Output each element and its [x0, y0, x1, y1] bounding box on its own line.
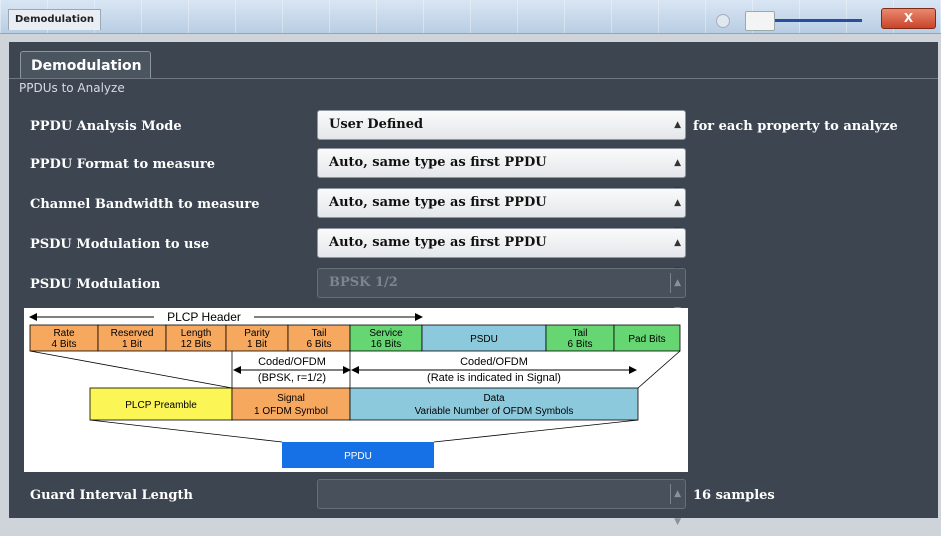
ppdu-analysis-mode-label: PPDU Analysis Mode [30, 119, 182, 134]
channel-bandwidth-value: Auto, same type as first PPDU [329, 195, 547, 210]
connector-line [637, 350, 681, 389]
plcp-preamble-label: PLCP Preamble [125, 400, 197, 411]
coded-right-line2: (Rate is indicated in Signal) [427, 372, 561, 384]
updown-arrow-icon: ▲▼ [674, 489, 681, 527]
tail2-bits: 6 Bits [567, 339, 592, 350]
service-label: Service [369, 328, 403, 339]
signal-symbols: 1 OFDM Symbol [254, 406, 328, 417]
psdu-modulation-value: BPSK 1/2 [329, 275, 398, 290]
rate-label: Rate [53, 328, 75, 339]
ppdu-diagram-svg: PLCP Header Rate 4 Bits Reserved 1 Bit L… [29, 310, 681, 468]
select-separator [670, 273, 671, 293]
tail2-label: Tail [572, 328, 587, 339]
length-label: Length [181, 328, 212, 339]
select-separator [670, 484, 671, 504]
window-title: Demodulation [8, 9, 102, 30]
service-bits: 16 Bits [371, 339, 402, 350]
data-label: Data [483, 393, 505, 404]
coded-right-line1: Coded/OFDM [460, 356, 528, 368]
length-bits: 12 Bits [181, 339, 212, 350]
parity-label: Parity [244, 328, 270, 339]
close-button[interactable]: X [881, 8, 936, 29]
tail-bits: 6 Bits [306, 339, 331, 350]
reserved-bits: 1 Bit [122, 339, 142, 350]
coded-left-line1: Coded/OFDM [258, 356, 326, 368]
guard-interval-suffix: 16 samples [693, 488, 775, 503]
psdu-label: PSDU [470, 334, 498, 345]
section-title: PPDUs to Analyze [19, 81, 125, 95]
ppdu-label: PPDU [344, 451, 372, 462]
psdu-modulation-label: PSDU Modulation [30, 277, 161, 292]
window-titlebar: Demodulation X [0, 0, 941, 34]
tab-demodulation[interactable]: Demodulation [20, 51, 151, 79]
pad-label: Pad Bits [628, 334, 665, 345]
transparency-icon[interactable] [716, 14, 730, 28]
reserved-label: Reserved [111, 328, 154, 339]
parity-bits: 1 Bit [247, 339, 267, 350]
ppdu-structure-diagram: PLCP Header Rate 4 Bits Reserved 1 Bit L… [24, 308, 688, 472]
tab-divider [9, 78, 938, 79]
channel-bandwidth-select[interactable]: Auto, same type as first PPDU ▲▼ [317, 188, 686, 236]
connector-line [433, 419, 639, 443]
guard-interval-label: Guard Interval Length [30, 488, 193, 503]
psdu-modulation-use-select[interactable]: Auto, same type as first PPDU ▲▼ [317, 228, 686, 276]
connector-line [29, 350, 233, 389]
psdu-modulation-use-value: Auto, same type as first PPDU [329, 235, 547, 250]
psdu-modulation-select[interactable]: BPSK 1/2 ▲▼ [317, 268, 686, 316]
channel-bandwidth-label: Channel Bandwidth to measure [30, 197, 260, 212]
signal-label: Signal [277, 393, 305, 404]
ppdu-format-label: PPDU Format to measure [30, 157, 215, 172]
plcp-header-label: PLCP Header [167, 310, 241, 324]
connector-line [89, 419, 283, 443]
rate-bits: 4 Bits [51, 339, 76, 350]
ppdu-analysis-mode-value: User Defined [329, 117, 424, 132]
psdu-modulation-use-label: PSDU Modulation to use [30, 237, 210, 252]
dialog-panel: Demodulation PPDUs to Analyze PPDU Analy… [9, 42, 938, 527]
ppdu-format-value: Auto, same type as first PPDU [329, 155, 547, 170]
ppdu-format-select[interactable]: Auto, same type as first PPDU ▲▼ [317, 148, 686, 196]
transparency-slider-handle[interactable] [745, 11, 775, 31]
ppdu-analysis-mode-select[interactable]: User Defined ▲▼ [317, 110, 686, 158]
ppdu-analysis-mode-suffix: for each property to analyze [693, 119, 898, 134]
data-symbols: Variable Number of OFDM Symbols [415, 406, 574, 417]
tail-label: Tail [311, 328, 326, 339]
coded-left-line2: (BPSK, r=1/2) [258, 372, 326, 384]
titlebar-grid [0, 0, 941, 33]
guard-interval-select[interactable]: ▲ ▼ [317, 479, 686, 527]
